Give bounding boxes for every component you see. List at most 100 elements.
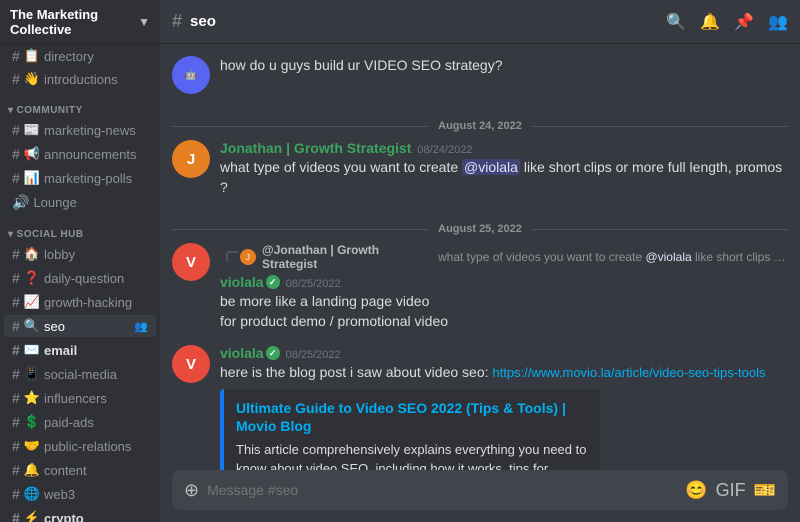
emoji-icon[interactable]: 😊 [685, 480, 707, 501]
members-icon[interactable]: 👥 [768, 12, 788, 32]
hash-icon: # [12, 414, 20, 430]
gif-icon[interactable]: GIF [716, 480, 746, 501]
date-divider-aug24: August 24, 2022 [172, 120, 788, 132]
reply-avatar: J [240, 249, 256, 265]
hash-icon: # [12, 486, 20, 502]
channel-item-directory[interactable]: # 📋 directory [4, 45, 156, 67]
channel-label: influencers [44, 391, 107, 406]
channel-label: email [44, 343, 77, 358]
channel-item-lobby[interactable]: # 🏠 lobby [4, 243, 156, 265]
channel-item-social-media[interactable]: # 📱 social-media [4, 363, 156, 385]
notification-icon[interactable]: 🔔 [700, 12, 720, 32]
hash-icon: # [12, 342, 20, 358]
channel-item-seo[interactable]: # 🔍 seo 👥 [4, 315, 156, 337]
app-container: The Marketing Collective ▼ # 📋 directory… [0, 0, 800, 522]
message-timestamp: 08/24/2022 [417, 144, 472, 156]
message-group: 🤖 how do u guys build ur VIDEO SEO strat… [172, 56, 788, 94]
channel-label: daily-question [44, 271, 124, 286]
hash-icon: # [12, 462, 20, 478]
channel-item-announcements[interactable]: # 📢 announcements [4, 143, 156, 165]
channel-hash-icon: # [172, 11, 182, 32]
message-group-violala-reply: V J @Jonathan | Growth Strategist what t… [172, 243, 788, 331]
users-icon: 👥 [134, 320, 148, 333]
channel-emoji: 💲 [24, 414, 40, 430]
channel-emoji: 🤝 [24, 438, 40, 454]
hash-icon: # [12, 270, 20, 286]
message-author: violala ✓ [220, 274, 280, 290]
pin-icon[interactable]: 📌 [734, 12, 754, 32]
channel-item-public-relations[interactable]: # 🤝 public-relations [4, 435, 156, 457]
category-arrow: ▾ [8, 105, 14, 116]
channel-item-email[interactable]: # ✉️ email [4, 339, 156, 361]
message-input[interactable] [207, 472, 677, 508]
category-label: COMMUNITY [17, 105, 83, 116]
message-text-before: what type of videos you want to create [220, 159, 462, 175]
hash-icon: # [12, 48, 20, 64]
channel-emoji: 📈 [24, 294, 40, 310]
channel-item-daily-question[interactable]: # ❓ daily-question [4, 267, 156, 289]
reply-line [226, 251, 238, 261]
channel-item-marketing-news[interactable]: # 📰 marketing-news [4, 119, 156, 141]
reply-text: what type of videos you want to create @… [438, 250, 788, 264]
date-divider-text: August 24, 2022 [428, 120, 532, 132]
channel-label: announcements [44, 147, 137, 162]
channel-item-web3[interactable]: # 🌐 web3 [4, 483, 156, 505]
channel-header: # seo 🔍 🔔 📌 👥 [160, 0, 800, 44]
message-text: be more like a landing page video [220, 292, 788, 312]
hash-icon: # [12, 510, 20, 522]
search-icon[interactable]: 🔍 [666, 12, 686, 32]
channel-emoji: 📰 [24, 122, 40, 138]
channel-item-marketing-polls[interactable]: # 📊 marketing-polls [4, 167, 156, 189]
hash-icon: # [12, 146, 20, 162]
channel-label: crypto [44, 511, 84, 522]
message-text: here is the blog post i saw about video … [220, 363, 788, 383]
hash-icon: # [12, 246, 20, 262]
channel-emoji: ⭐ [24, 390, 40, 406]
avatar: 🤖 [172, 56, 210, 94]
message-content-violala-link: violala ✓ 08/25/2022 here is the blog po… [220, 345, 788, 470]
channel-emoji: 👋 [24, 71, 40, 87]
reply-indicator: J @Jonathan | Growth Strategist what typ… [220, 243, 788, 271]
channel-item-introductions[interactable]: # 👋 introductions [4, 68, 156, 90]
channel-emoji: ❓ [24, 270, 40, 286]
verified-badge-icon-2: ✓ [266, 346, 280, 360]
channel-label: paid-ads [44, 415, 94, 430]
video-seo-link[interactable]: https://www.movio.la/article/video-seo-t… [492, 365, 765, 380]
channel-item-lounge[interactable]: 🔊 Lounge [4, 191, 156, 214]
channel-label: introductions [44, 72, 118, 87]
add-icon[interactable]: ⊕ [184, 480, 199, 501]
message-text: what type of videos you want to create @… [220, 158, 788, 197]
channel-label: Lounge [33, 195, 76, 210]
header-actions: 🔍 🔔 📌 👥 [666, 12, 788, 32]
channel-emoji: 🏠 [24, 246, 40, 262]
mention-violala[interactable]: @violala [462, 159, 520, 175]
hash-icon: # [12, 366, 20, 382]
violala-verified: violala ✓ [220, 274, 280, 290]
message-group-jonathan: J Jonathan | Growth Strategist 08/24/202… [172, 140, 788, 197]
message-group-violala-link: V violala ✓ 08/25/2022 here is the blog … [172, 345, 788, 470]
channel-label: directory [44, 49, 94, 64]
channel-item-influencers[interactable]: # ⭐ influencers [4, 387, 156, 409]
avatar-violala-2: V [172, 345, 210, 383]
message-author: violala ✓ [220, 345, 280, 361]
channel-label: content [44, 463, 87, 478]
channel-item-paid-ads[interactable]: # 💲 paid-ads [4, 411, 156, 433]
verified-badge-icon: ✓ [266, 275, 280, 289]
divider-line [532, 229, 788, 230]
channel-header-name: seo [190, 13, 216, 30]
message-author: Jonathan | Growth Strategist [220, 140, 411, 156]
channel-item-content[interactable]: # 🔔 content [4, 459, 156, 481]
channel-emoji: 📱 [24, 366, 40, 382]
channel-item-growth-hacking[interactable]: # 📈 growth-hacking [4, 291, 156, 313]
hash-icon: # [12, 122, 20, 138]
message-content-jonathan: Jonathan | Growth Strategist 08/24/2022 … [220, 140, 788, 197]
sticker-icon[interactable]: 🎫 [754, 480, 776, 501]
channel-item-crypto[interactable]: # ⚡ crypto [4, 507, 156, 522]
server-header[interactable]: The Marketing Collective ▼ [0, 0, 160, 44]
channel-emoji: 🔍 [24, 318, 40, 334]
embed-title[interactable]: Ultimate Guide to Video SEO 2022 (Tips &… [236, 399, 588, 435]
channel-emoji: ✉️ [24, 342, 40, 358]
message-text: how do u guys build ur VIDEO SEO strateg… [220, 56, 788, 76]
hash-icon: # [12, 170, 20, 186]
hash-icon: # [12, 294, 20, 310]
